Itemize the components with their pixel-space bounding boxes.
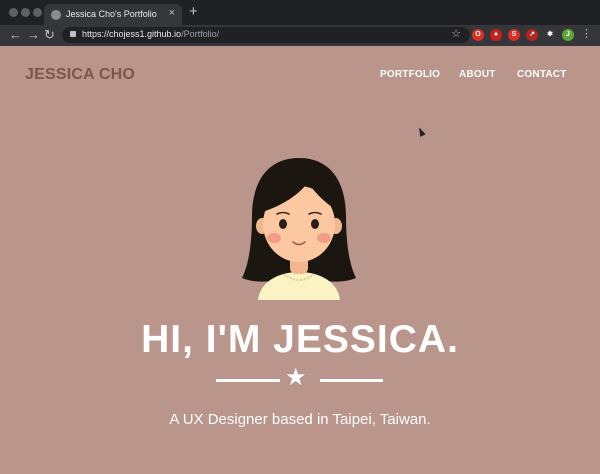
star-icon: ★ [285,364,307,391]
ext-red-s-icon[interactable]: S [508,29,520,41]
window-zoom-control[interactable] [33,8,42,17]
new-tab-button[interactable]: + [189,4,198,19]
tab-close-icon[interactable]: × [169,7,175,19]
ext-red-arrow-icon[interactable]: ↗ [526,29,538,41]
divider-right-line [320,379,383,382]
hero-title: HI, I'M JESSICA. [141,318,459,361]
extensions-puzzle-icon[interactable]: ✱ [544,29,556,41]
url-text: https://chojess1.github.io/Portfolio/ [82,29,220,39]
divider-left-line [216,379,280,382]
forward-icon[interactable]: → [27,28,40,42]
ext-red-shield-icon[interactable]: ● [490,29,502,41]
profile-avatar-icon[interactable]: J [562,29,574,41]
ext-red-circle-icon[interactable]: O [472,29,484,41]
browser-toolbar: ← → ↻ https://chojess1.github.io/Portfol… [0,25,600,46]
hero-tagline: A UX Designer based in Taipei, Taiwan. [169,411,431,428]
lock-icon [70,31,76,37]
globe-icon [51,10,61,20]
nav-about-link[interactable]: ABOUT [459,69,496,80]
site-brand[interactable]: JESSICA CHO [25,66,135,84]
browser-tab[interactable]: Jessica Cho's Portfolio × [44,4,182,25]
bookmark-star-icon[interactable]: ☆ [451,27,461,40]
tab-title: Jessica Cho's Portfolio [66,9,157,19]
mouse-cursor-icon [416,126,426,137]
window-minimize-control[interactable] [21,8,30,17]
back-icon[interactable]: ← [9,28,22,42]
browser-menu-icon[interactable]: ⋮ [581,28,592,40]
avatar-illustration [242,158,356,300]
nav-contact-link[interactable]: CONTACT [517,69,567,80]
reload-icon[interactable]: ↻ [44,28,55,42]
browser-tab-bar: Jessica Cho's Portfolio × + [0,0,600,25]
nav-portfolio-link[interactable]: PORTFOLIO [380,69,440,80]
window-close-control[interactable] [9,8,18,17]
address-bar[interactable]: https://chojess1.github.io/Portfolio/ ☆ [62,27,470,43]
